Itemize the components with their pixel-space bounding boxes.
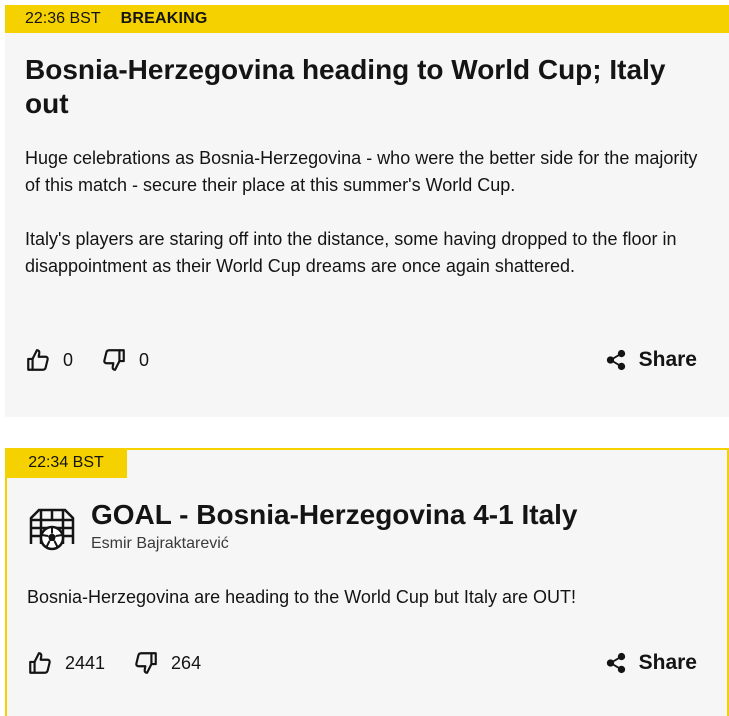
share-button[interactable]: Share	[605, 651, 697, 675]
share-icon	[606, 652, 625, 674]
thumbs-down-icon	[135, 652, 157, 674]
breaking-badge: BREAKING	[120, 10, 208, 27]
live-post-goal: 22:34 BST GOAL - Bosnia-Herzegovina 4-1 …	[5, 448, 729, 716]
post-header-bar: 22:36 BST BREAKING	[5, 5, 729, 33]
thumbs-up-icon	[27, 349, 49, 371]
post-headline: Bosnia-Herzegovina heading to World Cup;…	[25, 54, 666, 119]
post-timestamp: 22:34 BST	[28, 454, 104, 471]
share-label: Share	[638, 651, 697, 674]
dislike-button[interactable]: 264	[133, 650, 201, 676]
dislike-button[interactable]: 0	[101, 347, 149, 373]
goal-header: GOAL - Bosnia-Herzegovina 4-1 Italy Esmi…	[27, 498, 578, 553]
post-headline: GOAL - Bosnia-Herzegovina 4-1 Italy	[91, 499, 578, 530]
post-author: Esmir Bajraktarević	[91, 535, 229, 552]
like-button[interactable]: 2441	[27, 650, 105, 676]
post-timestamp: 22:36 BST	[25, 10, 101, 27]
share-button[interactable]: Share	[605, 348, 697, 372]
post-actions: 0 0 Share	[25, 347, 697, 373]
dislike-count: 0	[139, 349, 150, 370]
like-button[interactable]: 0	[25, 347, 73, 373]
live-post-breaking: 22:36 BST BREAKING Bosnia-Herzegovina he…	[5, 5, 729, 417]
like-count: 0	[63, 349, 74, 370]
dislike-count: 264	[171, 652, 202, 673]
goal-net-ball-icon	[29, 508, 75, 551]
post-paragraph: Italy's players are staring off into the…	[25, 229, 677, 276]
like-count: 2441	[65, 652, 106, 673]
share-label: Share	[638, 348, 697, 371]
share-icon	[606, 349, 625, 371]
post-paragraph: Bosnia-Herzegovina are heading to the Wo…	[27, 587, 576, 607]
post-timestamp-tag: 22:34 BST	[5, 448, 127, 478]
thumbs-up-icon	[29, 652, 51, 674]
post-paragraph: Huge celebrations as Bosnia-Herzegovina …	[25, 148, 698, 195]
post-actions: 2441 264 Share	[27, 650, 697, 676]
thumbs-down-icon	[103, 349, 125, 371]
goal-text: GOAL - Bosnia-Herzegovina 4-1 Italy Esmi…	[91, 498, 578, 553]
